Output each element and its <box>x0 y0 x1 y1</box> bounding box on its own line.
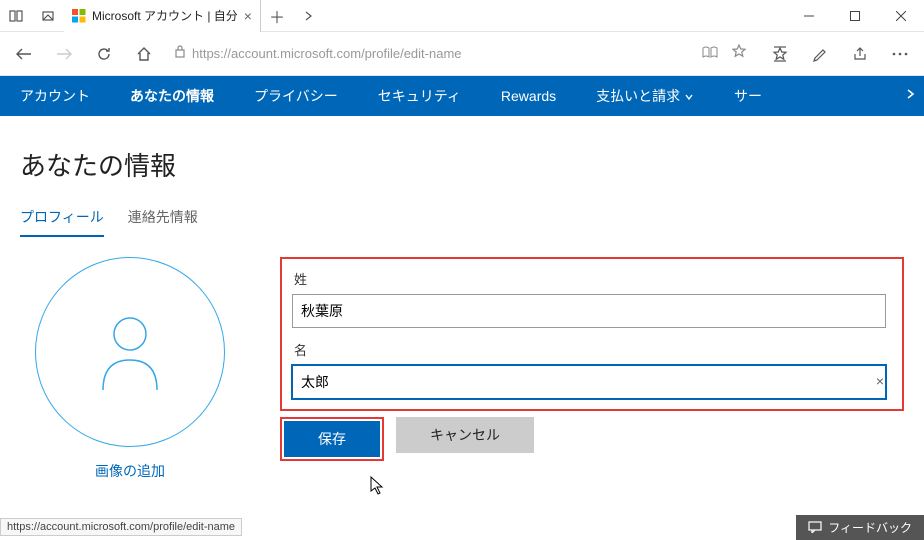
tab-contact[interactable]: 連絡先情報 <box>128 207 198 237</box>
nav-privacy[interactable]: プライバシー <box>254 86 338 106</box>
favorite-star-icon[interactable] <box>728 44 750 63</box>
forward-button[interactable] <box>48 38 80 70</box>
lock-icon <box>174 44 186 63</box>
close-window-button[interactable] <box>878 0 924 32</box>
nav-payment[interactable]: 支払いと請求 <box>596 86 694 106</box>
status-url: https://account.microsoft.com/profile/ed… <box>0 518 242 536</box>
new-tab-button[interactable]: ＋ <box>261 0 293 32</box>
address-bar[interactable]: https://account.microsoft.com/profile/ed… <box>168 39 756 69</box>
minimize-button[interactable] <box>786 0 832 32</box>
first-name-input[interactable] <box>292 365 886 399</box>
maximize-button[interactable] <box>832 0 878 32</box>
nav-scroll-right-icon[interactable] <box>904 87 916 105</box>
window-titlebar: Microsoft アカウント | 自分 × ＋ <box>0 0 924 32</box>
home-button[interactable] <box>128 38 160 70</box>
avatar-placeholder[interactable] <box>35 257 225 447</box>
tab-close-icon[interactable]: × <box>244 8 252 24</box>
add-image-link[interactable]: 画像の追加 <box>95 461 165 481</box>
nav-security[interactable]: セキュリティ <box>378 86 461 106</box>
save-button-highlight: 保存 <box>280 417 384 461</box>
last-name-label: 姓 <box>294 269 892 288</box>
clear-input-icon[interactable]: × <box>876 373 884 389</box>
nav-account[interactable]: アカウント <box>20 86 90 106</box>
share-icon[interactable] <box>844 38 876 70</box>
last-name-input[interactable] <box>292 294 886 328</box>
notes-icon[interactable] <box>804 38 836 70</box>
person-icon <box>95 312 165 392</box>
name-form-highlight: 姓 名 × <box>280 257 904 411</box>
nav-rewards[interactable]: Rewards <box>501 88 556 104</box>
more-icon[interactable] <box>884 38 916 70</box>
ms-logo-icon <box>72 9 86 23</box>
refresh-button[interactable] <box>88 38 120 70</box>
reading-view-icon[interactable] <box>698 45 722 63</box>
chat-icon <box>808 521 822 533</box>
feedback-button[interactable]: フィードバック <box>796 515 924 540</box>
site-nav: アカウント あなたの情報 プライバシー セキュリティ Rewards 支払いと請… <box>0 76 924 116</box>
subtabs: プロフィール 連絡先情報 <box>20 207 904 237</box>
nav-services[interactable]: サー <box>734 86 762 106</box>
tab-title: Microsoft アカウント | 自分 <box>92 7 238 24</box>
browser-tab[interactable]: Microsoft アカウント | 自分 × <box>64 0 261 32</box>
favorites-hub-icon[interactable] <box>764 38 796 70</box>
tabs-aside-icon[interactable] <box>0 0 32 32</box>
save-button[interactable]: 保存 <box>284 421 380 457</box>
tab-chevron-icon[interactable] <box>293 0 325 32</box>
back-button[interactable] <box>8 38 40 70</box>
status-bar: https://account.microsoft.com/profile/ed… <box>0 515 924 539</box>
browser-toolbar: https://account.microsoft.com/profile/ed… <box>0 32 924 76</box>
url-text: https://account.microsoft.com/profile/ed… <box>192 46 692 61</box>
tab-profile[interactable]: プロフィール <box>20 207 104 237</box>
page-title: あなたの情報 <box>20 146 904 183</box>
first-name-label: 名 <box>294 340 892 359</box>
nav-your-info[interactable]: あなたの情報 <box>130 86 214 106</box>
tab-preview-icon[interactable] <box>32 0 64 32</box>
cancel-button[interactable]: キャンセル <box>396 417 534 453</box>
